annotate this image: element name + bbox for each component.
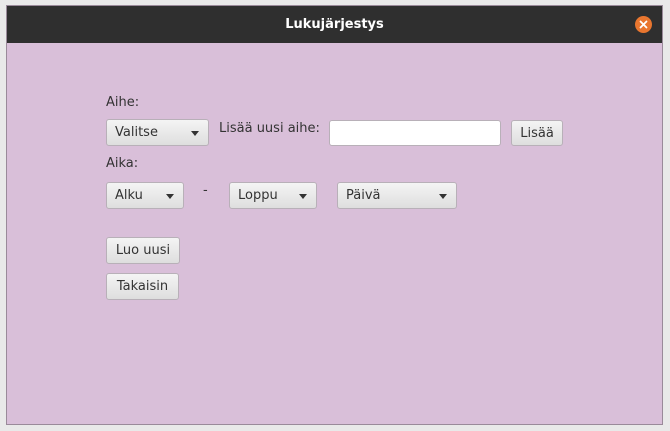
create-new-button-label: Luo uusi [115, 243, 171, 258]
close-button[interactable] [635, 16, 652, 33]
time-label: Aika: [106, 156, 139, 171]
chevron-down-icon [191, 130, 199, 136]
new-subject-label: Lisää uusi aihe: [219, 121, 320, 136]
subject-select[interactable]: Valitse [106, 119, 209, 146]
start-time-select-value: Alku [115, 188, 143, 203]
start-time-select[interactable]: Alku [106, 182, 184, 209]
range-separator: - [203, 183, 208, 198]
subject-label: Aihe: [106, 95, 140, 110]
day-select[interactable]: Päivä [337, 182, 457, 209]
app-window: Lukujärjestys Aihe: Valitse Lisää uusi a… [6, 5, 663, 425]
new-subject-input[interactable] [329, 120, 501, 146]
window-title: Lukujärjestys [285, 17, 384, 32]
day-select-value: Päivä [346, 188, 381, 203]
end-time-select-value: Loppu [238, 188, 278, 203]
add-subject-button[interactable]: Lisää [511, 120, 563, 146]
add-subject-button-label: Lisää [520, 125, 554, 141]
back-button-label: Takaisin [116, 279, 169, 294]
subject-select-value: Valitse [115, 125, 158, 140]
close-icon [639, 20, 648, 29]
form-content: Aihe: Valitse Lisää uusi aihe: Lisää Aik… [7, 43, 662, 424]
chevron-down-icon [166, 193, 174, 199]
end-time-select[interactable]: Loppu [229, 182, 317, 209]
chevron-down-icon [439, 193, 447, 199]
title-bar: Lukujärjestys [7, 6, 662, 43]
create-new-button[interactable]: Luo uusi [106, 237, 180, 264]
back-button[interactable]: Takaisin [106, 273, 179, 300]
chevron-down-icon [299, 193, 307, 199]
